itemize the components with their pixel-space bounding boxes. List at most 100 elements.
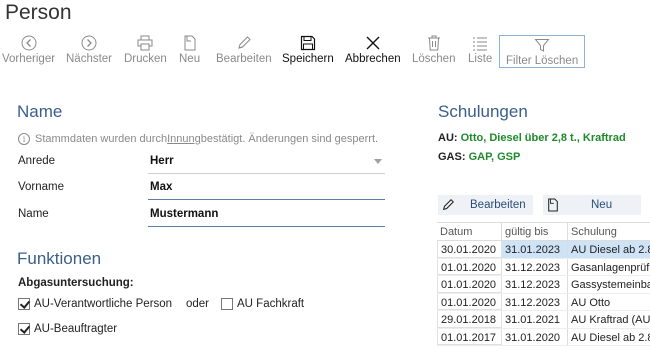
vorname-label: Vorname [18,181,65,193]
next-button[interactable]: Nächster [66,34,112,68]
cancel-label: Abbrechen [345,53,401,65]
clear-filter-label: Filter Löschen [506,55,579,67]
clear-filter-button[interactable]: Filter Löschen [499,35,586,68]
column-header-gueltig-bis[interactable]: gültig bis [502,223,568,240]
floppy-disk-icon [298,34,318,52]
cell-schulung: AU Otto [571,296,611,309]
cell-gueltig-bis: 31.12.2023 [502,258,568,275]
print-button[interactable]: Drucken [124,34,167,68]
vorname-value: Max [150,181,173,193]
anrede-label: Anrede [18,155,56,167]
table-header: Datum gültig bis Schulung [437,222,650,241]
trash-icon [424,34,444,52]
chevron-down-icon [374,159,382,164]
au-beauftragter-checkbox[interactable]: AU-Beauftragter [18,323,117,335]
previous-label: Vorheriger [2,53,56,65]
locked-info-message: i Stammdaten wurden durch Innung bestäti… [18,133,378,145]
schulungen-section-title: Schulungen [438,102,528,121]
cell-datum: 01.01.2017 [437,328,502,345]
cell-gueltig-bis: 31.01.2023 [502,241,568,258]
schulungen-table: Datum gültig bis Schulung 30.01.2020 31.… [437,222,650,346]
save-label: Speichern [282,53,334,65]
funktionen-section-title: Funktionen [17,249,102,268]
cell-datum: 01.01.2020 [437,258,502,275]
page-title: Person [5,1,72,24]
list-button[interactable]: Liste [468,34,492,68]
au-values: Otto, Diesel über 2,8 t., Kraftrad [460,132,626,144]
list-label: Liste [468,53,493,65]
delete-button[interactable]: Löschen [412,34,455,68]
table-row[interactable]: 30.01.2020 31.01.2023 AU Diesel ab 2.8t [437,241,650,259]
abgasuntersuchung-label: Abgasuntersuchung: [18,277,134,289]
anrede-row: Anrede Herr [18,150,385,174]
name-value: Mustermann [150,208,219,220]
name-row: Name Mustermann [18,203,385,227]
toolbar: Vorheriger Nächster Drucken Neu Bearbeit… [0,34,650,70]
au-label: AU: [438,132,458,144]
vorname-field[interactable]: Max [148,176,385,200]
save-button[interactable]: Speichern [282,34,334,68]
document-icon [180,34,200,52]
anrede-select[interactable]: Herr [148,150,385,174]
cell-datum: 30.01.2020 [437,241,502,258]
cancel-button[interactable]: Abbrechen [345,34,401,68]
document-icon [543,198,563,212]
table-row[interactable]: 01.01.2017 31.01.2020 AU Diesel ab 2.8t [437,328,650,346]
cell-datum: 01.01.2020 [437,293,502,310]
cell-schulung: AU Diesel ab 2.8t [571,331,650,344]
name-field[interactable]: Mustermann [148,203,385,227]
table-row[interactable]: 29.01.2018 31.01.2021 AU Kraftrad (AUK) [437,311,650,329]
circle-chevron-left-icon [19,34,39,52]
name-label: Name [18,208,49,220]
cell-schulung: Gassystemeinbau [571,279,650,291]
gas-label: GAS: [438,151,466,163]
vorname-row: Vorname Max [18,176,385,200]
au-verantwortliche-label: AU-Verantwortliche Person [34,298,173,310]
column-header-schulung[interactable]: Schulung [568,223,650,240]
au-verantwortliche-checkbox[interactable]: AU-Verantwortliche Person [18,298,172,310]
au-fachkraft-label: AU Fachkraft [237,298,305,310]
table-row[interactable]: 01.01.2020 31.12.2023 Gassystemeinbau [437,276,650,294]
au-fachkraft-checkbox[interactable]: AU Fachkraft [221,298,304,310]
new-label: Neu [179,53,201,65]
au-trainings-summary: AU: Otto, Diesel über 2,8 t., Kraftrad [438,132,626,144]
gas-trainings-summary: GAS: GAP, GSP [438,151,520,163]
printer-icon [135,34,155,52]
table-row[interactable]: 01.01.2020 31.12.2023 Gasanlagenprüfung [437,258,650,276]
close-icon [363,34,383,52]
anrede-value: Herr [150,155,174,167]
name-section-title: Name [17,102,63,121]
schulung-new-label: Neu [591,199,613,211]
cell-datum: 01.01.2020 [437,276,502,293]
new-button[interactable]: Neu [179,34,200,68]
cell-schulung: AU Diesel ab 2.8t [571,244,650,256]
pencil-icon [438,198,458,212]
cell-schulung: Gasanlagenprüfung [571,261,650,274]
gas-values: GAP, GSP [468,151,521,163]
cell-gueltig-bis: 31.01.2021 [502,311,568,328]
schulung-edit-label: Bearbeiten [470,199,526,211]
cell-gueltig-bis: 31.12.2023 [502,276,568,293]
table-row[interactable]: 01.01.2020 31.12.2023 AU Otto [437,293,650,311]
circle-chevron-right-icon [79,34,99,52]
column-header-datum[interactable]: Datum [437,223,502,240]
cell-gueltig-bis: 31.12.2023 [502,293,568,310]
oder-text: oder [186,298,210,310]
edit-button[interactable]: Bearbeiten [216,34,272,68]
info-text-suffix: bestätigt. Änderungen sind gesperrt. [200,133,379,145]
info-text-prefix: Stammdaten wurden durch [35,133,168,145]
previous-button[interactable]: Vorheriger [2,34,55,68]
cell-datum: 29.01.2018 [437,311,502,328]
checkbox-unchecked-icon [221,298,233,310]
filter-icon [532,36,552,54]
checkbox-checked-icon [18,298,30,310]
info-icon: i [18,133,30,145]
checkbox-checked-icon [18,323,30,335]
innung-link[interactable]: Innung [167,133,201,145]
schulung-edit-button[interactable]: Bearbeiten [438,195,533,215]
pencil-icon [234,34,254,52]
print-label: Drucken [124,53,167,65]
schulung-new-button[interactable]: Neu [543,195,641,215]
next-label: Nächster [66,53,113,65]
list-icon [470,34,490,52]
